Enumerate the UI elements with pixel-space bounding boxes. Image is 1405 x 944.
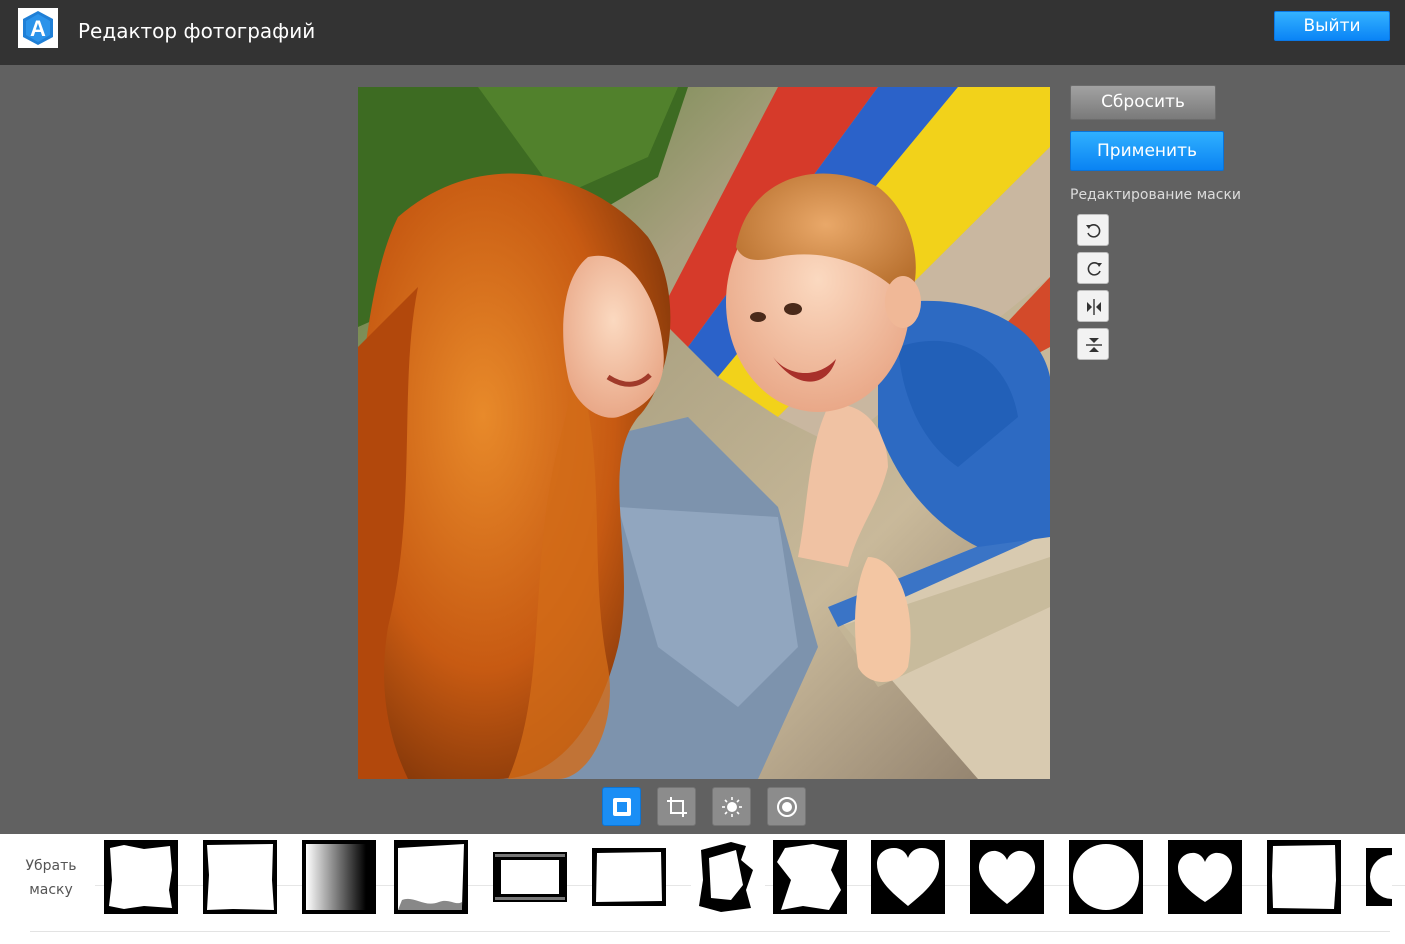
- flip-horizontal-button[interactable]: [1077, 290, 1109, 322]
- mask-thumbnail[interactable]: [1069, 840, 1143, 914]
- mode-crop-button[interactable]: [657, 787, 696, 826]
- mode-vignette-button[interactable]: [767, 787, 806, 826]
- rotate-left-icon: [1086, 224, 1101, 238]
- mask-thumbnail[interactable]: [493, 852, 567, 902]
- mask-thumbnail[interactable]: [104, 840, 178, 914]
- crop-icon: [667, 797, 687, 817]
- logo-letter: A: [30, 16, 46, 41]
- mask-thumbnail[interactable]: [773, 840, 847, 914]
- app-title: Редактор фотографий: [78, 19, 316, 43]
- mask-thumbnail[interactable]: [592, 848, 666, 906]
- mask-thumbnail[interactable]: [970, 840, 1044, 914]
- exit-button[interactable]: Выйти: [1274, 11, 1390, 41]
- mask-thumbnail[interactable]: [1366, 848, 1392, 906]
- top-bar: A Редактор фотографий Выйти: [0, 0, 1405, 65]
- mode-mask-button[interactable]: [602, 787, 641, 826]
- mode-brightness-button[interactable]: [712, 787, 751, 826]
- strip-bottom-divider: [30, 931, 1390, 932]
- mask-edit-label: Редактирование маски: [1070, 187, 1242, 203]
- rotate-right-icon: [1087, 262, 1102, 276]
- apply-button[interactable]: Применить: [1070, 131, 1224, 171]
- mask-thumbnail[interactable]: [203, 840, 277, 914]
- rotate-left-button[interactable]: [1077, 214, 1109, 246]
- app-logo-icon: A: [18, 8, 58, 48]
- reset-button[interactable]: Сбросить: [1070, 85, 1216, 120]
- remove-mask-line1: Убрать: [25, 858, 77, 874]
- remove-mask-button[interactable]: Убрать маску: [20, 854, 82, 902]
- mask-thumbnail[interactable]: [1168, 840, 1242, 914]
- brightness-icon: [722, 797, 742, 817]
- mask-thumbnail[interactable]: [302, 840, 376, 914]
- remove-mask-line2: маску: [29, 882, 73, 898]
- photo-canvas[interactable]: [358, 87, 1050, 779]
- mask-thumbnail[interactable]: [1267, 840, 1341, 914]
- mask-frame-icon: [613, 798, 631, 816]
- rotate-right-button[interactable]: [1077, 252, 1109, 284]
- vignette-icon: [777, 797, 797, 817]
- mask-thumbnail[interactable]: [691, 840, 765, 914]
- mask-thumbnail[interactable]: [394, 840, 468, 914]
- mask-thumbnail[interactable]: [871, 840, 945, 914]
- flip-horizontal-icon: [1087, 299, 1101, 315]
- flip-vertical-button[interactable]: [1077, 328, 1109, 360]
- flip-vertical-icon: [1086, 338, 1102, 352]
